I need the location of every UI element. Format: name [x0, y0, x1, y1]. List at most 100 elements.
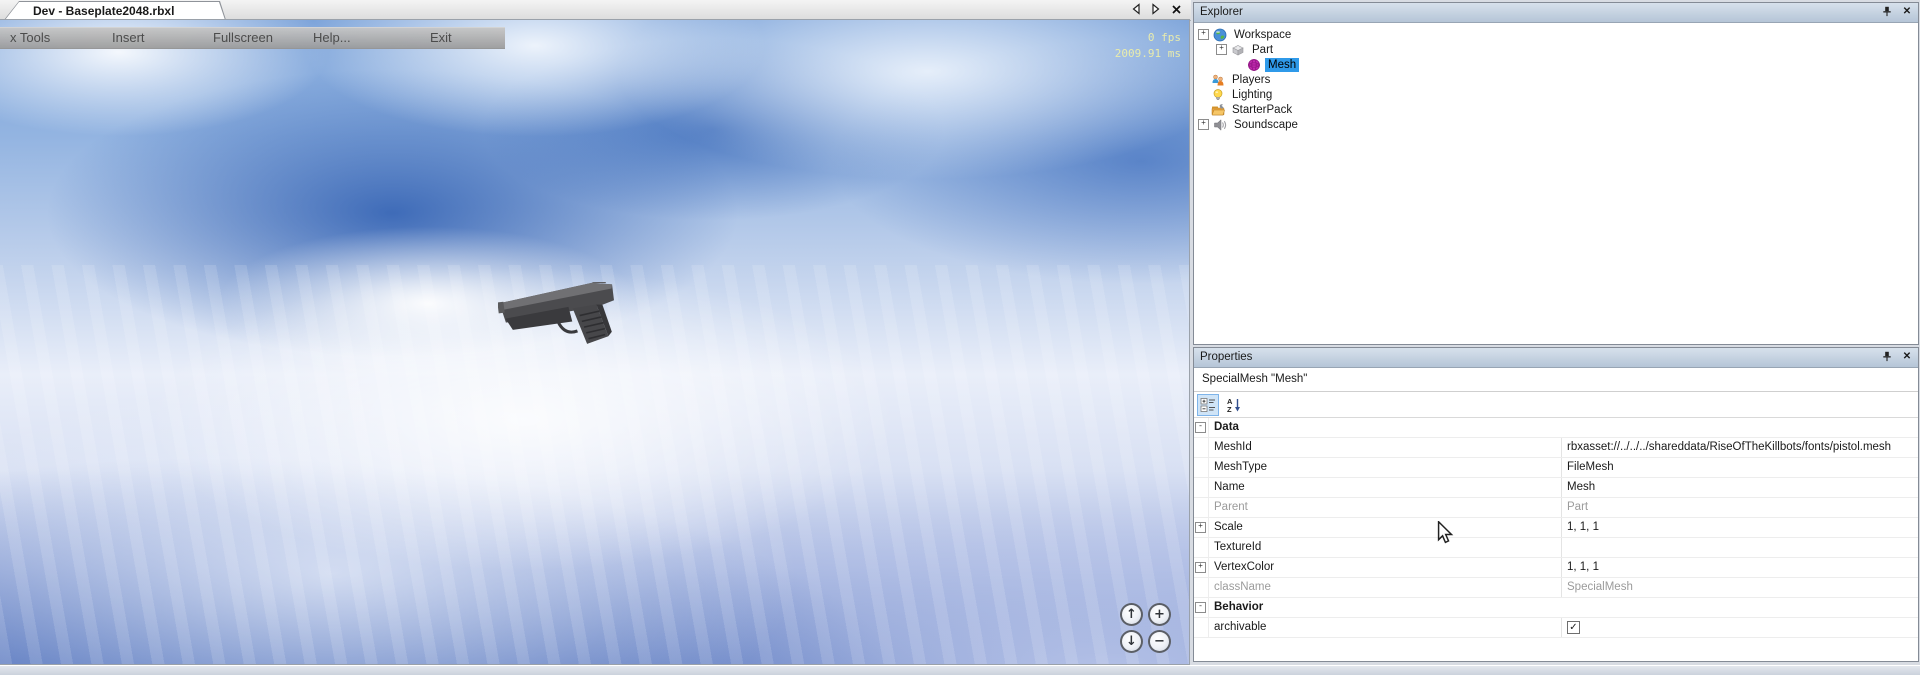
properties-grid: - Data MeshId rbxasset://../../../shared…: [1194, 418, 1918, 638]
tree-item-soundscape[interactable]: + Soundscape: [1194, 117, 1918, 132]
tree-item-starterpack[interactable]: StarterPack: [1194, 102, 1918, 117]
property-name: TextureId: [1209, 538, 1562, 557]
expand-toggle-icon[interactable]: +: [1216, 44, 1227, 55]
status-bar: [0, 665, 1920, 675]
sort-alphabetical-icon[interactable]: A Z: [1223, 394, 1245, 416]
mouse-cursor: [1437, 521, 1455, 544]
property-name: Parent: [1209, 498, 1562, 517]
explorer-title-bar: Explorer ✕: [1194, 3, 1918, 23]
tab-bar: Dev - Baseplate2048.rbxl: [0, 0, 1191, 21]
3d-viewport[interactable]: x Tools Insert Fullscreen Help... Exit 0…: [0, 20, 1189, 664]
section-header-behavior[interactable]: - Behavior: [1194, 598, 1918, 618]
part-icon: [1231, 43, 1245, 57]
tree-item-mesh[interactable]: Mesh: [1194, 57, 1918, 72]
property-row-name[interactable]: Name Mesh: [1194, 478, 1918, 498]
property-name: Name: [1209, 478, 1562, 497]
explorer-panel: Explorer ✕ + Workspace +: [1193, 2, 1919, 345]
zoom-in-button[interactable]: +: [1148, 603, 1171, 626]
explorer-tree: + Workspace + Part: [1194, 23, 1918, 132]
property-value[interactable]: 1, 1, 1: [1562, 558, 1918, 577]
workspace-icon: [1213, 28, 1227, 42]
tree-item-part[interactable]: + Part: [1194, 42, 1918, 57]
property-value[interactable]: Mesh: [1562, 478, 1918, 497]
collapse-toggle-icon[interactable]: -: [1195, 602, 1206, 613]
pin-icon[interactable]: [1881, 5, 1893, 18]
selected-object-header: SpecialMesh "Mesh": [1194, 368, 1918, 392]
expand-toggle-icon[interactable]: +: [1198, 29, 1209, 40]
property-name: MeshId: [1209, 438, 1562, 457]
property-name: archivable: [1209, 618, 1562, 637]
frame-time: 2009.91 ms: [1115, 46, 1181, 62]
property-value: SpecialMesh: [1562, 578, 1918, 597]
players-icon: [1211, 73, 1225, 87]
property-value[interactable]: FileMesh: [1562, 458, 1918, 477]
minus-icon: −: [1154, 634, 1165, 649]
down-arrow-icon: ↓: [1126, 634, 1137, 649]
property-row-archivable[interactable]: archivable ✓: [1194, 618, 1918, 638]
pistol-mesh-object[interactable]: [498, 282, 622, 360]
close-icon[interactable]: ✕: [1901, 5, 1913, 18]
tree-item-label: Players: [1229, 73, 1273, 87]
document-tab[interactable]: Dev - Baseplate2048.rbxl: [4, 1, 226, 20]
close-icon[interactable]: ✕: [1901, 350, 1913, 363]
tree-item-label: Lighting: [1229, 88, 1275, 102]
starterpack-icon: [1211, 103, 1225, 117]
fps-counter: 0 fps: [1115, 30, 1181, 46]
section-label: Behavior: [1209, 598, 1561, 617]
menu-item-fullscreen[interactable]: Fullscreen: [213, 30, 273, 45]
property-name: VertexColor: [1209, 558, 1562, 577]
tree-item-label-selected: Mesh: [1265, 58, 1299, 72]
property-row-scale[interactable]: + Scale 1, 1, 1: [1194, 518, 1918, 538]
properties-toolbar: A Z: [1194, 392, 1918, 418]
property-row-classname[interactable]: className SpecialMesh: [1194, 578, 1918, 598]
property-row-meshtype[interactable]: MeshType FileMesh: [1194, 458, 1918, 478]
menu-item-exit[interactable]: Exit: [430, 30, 452, 45]
property-row-meshid[interactable]: MeshId rbxasset://../../../shareddata/Ri…: [1194, 438, 1918, 458]
mesh-icon: [1247, 58, 1261, 72]
property-name: Scale: [1209, 518, 1562, 537]
zoom-out-button[interactable]: −: [1148, 630, 1171, 653]
close-tab-icon[interactable]: [1169, 2, 1183, 16]
roblox-studio-window: Dev - Baseplate2048.rbxl x Tools Insert …: [0, 0, 1920, 675]
collapse-toggle-icon[interactable]: -: [1195, 422, 1206, 433]
archivable-checkbox[interactable]: ✓: [1567, 621, 1580, 634]
categorized-icon[interactable]: [1197, 394, 1219, 416]
property-value[interactable]: 1, 1, 1: [1562, 518, 1918, 537]
svg-text:Z: Z: [1227, 405, 1232, 413]
soundscape-icon: [1213, 118, 1227, 132]
tilt-up-button[interactable]: ↑: [1120, 603, 1143, 626]
tree-item-label: Soundscape: [1231, 118, 1301, 132]
tree-item-workspace[interactable]: + Workspace: [1194, 27, 1918, 42]
property-value[interactable]: rbxasset://../../../shareddata/RiseOfThe…: [1562, 438, 1918, 457]
explorer-title: Explorer: [1200, 6, 1243, 18]
section-header-data[interactable]: - Data: [1194, 418, 1918, 438]
tab-title: Dev - Baseplate2048.rbxl: [33, 4, 174, 18]
expand-toggle-icon[interactable]: +: [1195, 562, 1206, 573]
game-menu-bar: x Tools Insert Fullscreen Help... Exit: [0, 27, 505, 49]
properties-title-bar: Properties ✕: [1194, 348, 1918, 368]
property-row-vertexcolor[interactable]: + VertexColor 1, 1, 1: [1194, 558, 1918, 578]
menu-item-tools[interactable]: x Tools: [10, 30, 50, 45]
tree-item-players[interactable]: Players: [1194, 72, 1918, 87]
property-value[interactable]: [1562, 538, 1918, 557]
expand-toggle-icon[interactable]: +: [1198, 119, 1209, 130]
tab-nav-buttons: [1129, 2, 1183, 16]
section-label: Data: [1209, 418, 1561, 437]
properties-title: Properties: [1200, 351, 1252, 363]
menu-item-insert[interactable]: Insert: [112, 30, 145, 45]
performance-overlay: 0 fps 2009.91 ms: [1115, 30, 1181, 62]
property-row-textureid[interactable]: TextureId: [1194, 538, 1918, 558]
property-row-parent[interactable]: Parent Part: [1194, 498, 1918, 518]
pin-icon[interactable]: [1881, 350, 1893, 363]
properties-panel: Properties ✕ SpecialMesh "Mesh": [1193, 347, 1919, 662]
tree-item-lighting[interactable]: Lighting: [1194, 87, 1918, 102]
tree-item-label: Workspace: [1231, 28, 1294, 42]
menu-item-help[interactable]: Help...: [313, 30, 351, 45]
camera-controls: ↑ + ↓ −: [1120, 603, 1182, 659]
property-name: className: [1209, 578, 1562, 597]
next-tab-icon[interactable]: [1149, 2, 1163, 16]
prev-tab-icon[interactable]: [1129, 2, 1143, 16]
tilt-down-button[interactable]: ↓: [1120, 630, 1143, 653]
property-name: MeshType: [1209, 458, 1562, 477]
expand-toggle-icon[interactable]: +: [1195, 522, 1206, 533]
